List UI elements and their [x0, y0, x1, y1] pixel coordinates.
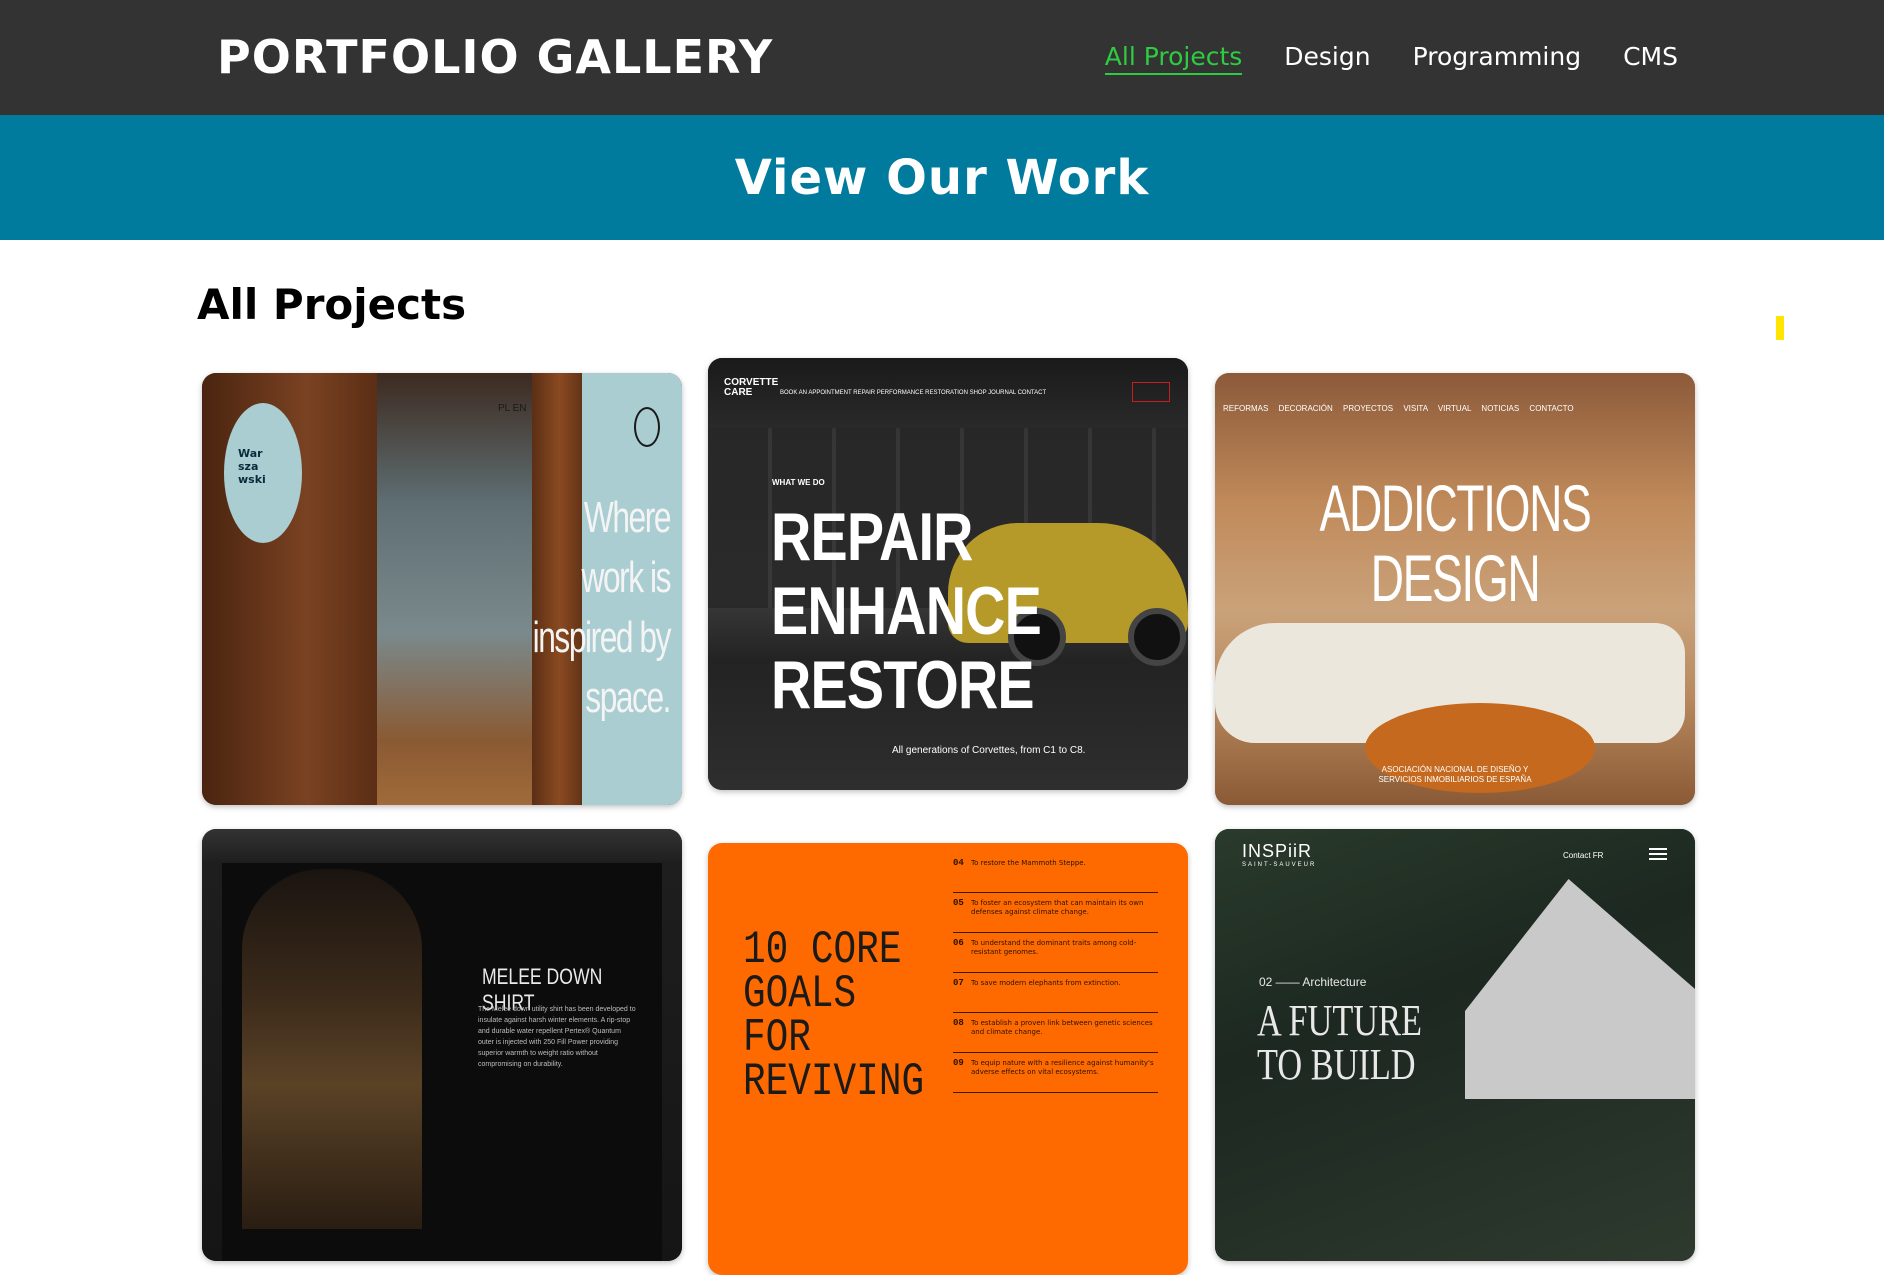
wheel-graphic: [1128, 608, 1186, 666]
goals-list: 04 To restore the Mammoth Steppe. 05 To fo…: [953, 853, 1158, 1093]
model-photo: [242, 869, 422, 1229]
brand-badge: War sza wski: [224, 403, 302, 543]
header-icons: [1132, 382, 1170, 402]
card-eyebrow: WHAT WE DO: [772, 478, 825, 487]
project-card-corvette-care[interactable]: CORVETTE CARE BOOK AN APPOINTMENT REPAIR…: [708, 358, 1188, 790]
project-card-melee-down-shirt[interactable]: MELEE DOWN SHIRT The Melee down utility …: [202, 829, 682, 1261]
card-logo: CORVETTE CARE: [724, 377, 779, 398]
hero-title: View Our Work: [734, 149, 1150, 206]
card-nav: BOOK AN APPOINTMENT REPAIR PERFORMANCE R…: [780, 390, 1047, 396]
card-headline: ADDICTIONS DESIGN: [1319, 471, 1592, 615]
project-card-inspiir[interactable]: INSPiiR SAINT-SAUVEUR Contact FR 02 —— Ar…: [1215, 829, 1695, 1261]
card-headline: Where work is inspired by space.: [532, 493, 672, 722]
list-item: 04 To restore the Mammoth Steppe.: [953, 853, 1158, 893]
card-section-label: 02 —— Architecture: [1259, 975, 1367, 989]
list-item: 06 To understand the dominant traits amon…: [953, 933, 1158, 973]
card-headline: REPAIR ENHANCE RESTORE: [771, 499, 1042, 723]
scroll-indicator: [1776, 316, 1784, 340]
card-headline: 10 CORE GOALS FOR REVIVING: [743, 924, 925, 1108]
list-item: 09 To equip nature with a resilience agai…: [953, 1053, 1158, 1093]
section-title: All Projects: [197, 280, 467, 329]
project-card-core-goals[interactable]: 10 CORE GOALS FOR REVIVING 04 To restore …: [708, 843, 1188, 1275]
nav-design[interactable]: Design: [1284, 42, 1370, 75]
project-card-addictions-design[interactable]: REFORMAS DECORACIÓN PROYECTOS VISITA VIR…: [1215, 373, 1695, 805]
nav-all-projects[interactable]: All Projects: [1104, 42, 1243, 75]
language-switch: PL EN: [498, 403, 527, 414]
card-logo: INSPiiR SAINT-SAUVEUR: [1242, 841, 1317, 868]
card-nav: REFORMAS DECORACIÓN PROYECTOS VISITA VIR…: [1223, 404, 1574, 413]
list-item: 05 To foster an ecosystem that can mainta…: [953, 893, 1158, 933]
project-card-warszawski[interactable]: War sza wski PL EN Where work is inspire…: [202, 373, 682, 805]
main-nav: All Projects Design Programming CMS: [1104, 42, 1678, 75]
hero-banner: View Our Work: [0, 115, 1884, 240]
card-headline: A FUTURE TO BUILD: [1257, 996, 1422, 1089]
card-footer: ASOCIACIÓN NACIONAL DE DISEÑO Y SERVICIO…: [1378, 765, 1532, 784]
site-logo[interactable]: PORTFOLIO GALLERY: [217, 30, 773, 84]
list-item: 08 To establish a proven link between gen…: [953, 1013, 1158, 1053]
card-body: The Melee down utility shirt has been de…: [478, 1006, 636, 1068]
card-subline: All generations of Corvettes, from C1 to…: [892, 745, 1086, 756]
top-navbar: PORTFOLIO GALLERY All Projects Design Pr…: [0, 0, 1884, 115]
list-item: 07 To save modern elephants from extincti…: [953, 973, 1158, 1013]
nav-programming[interactable]: Programming: [1413, 42, 1582, 75]
nav-cms[interactable]: CMS: [1623, 42, 1678, 75]
card-nav: Contact FR: [1563, 851, 1604, 860]
hamburger-icon: [1649, 848, 1667, 860]
menu-icon: [634, 407, 660, 447]
